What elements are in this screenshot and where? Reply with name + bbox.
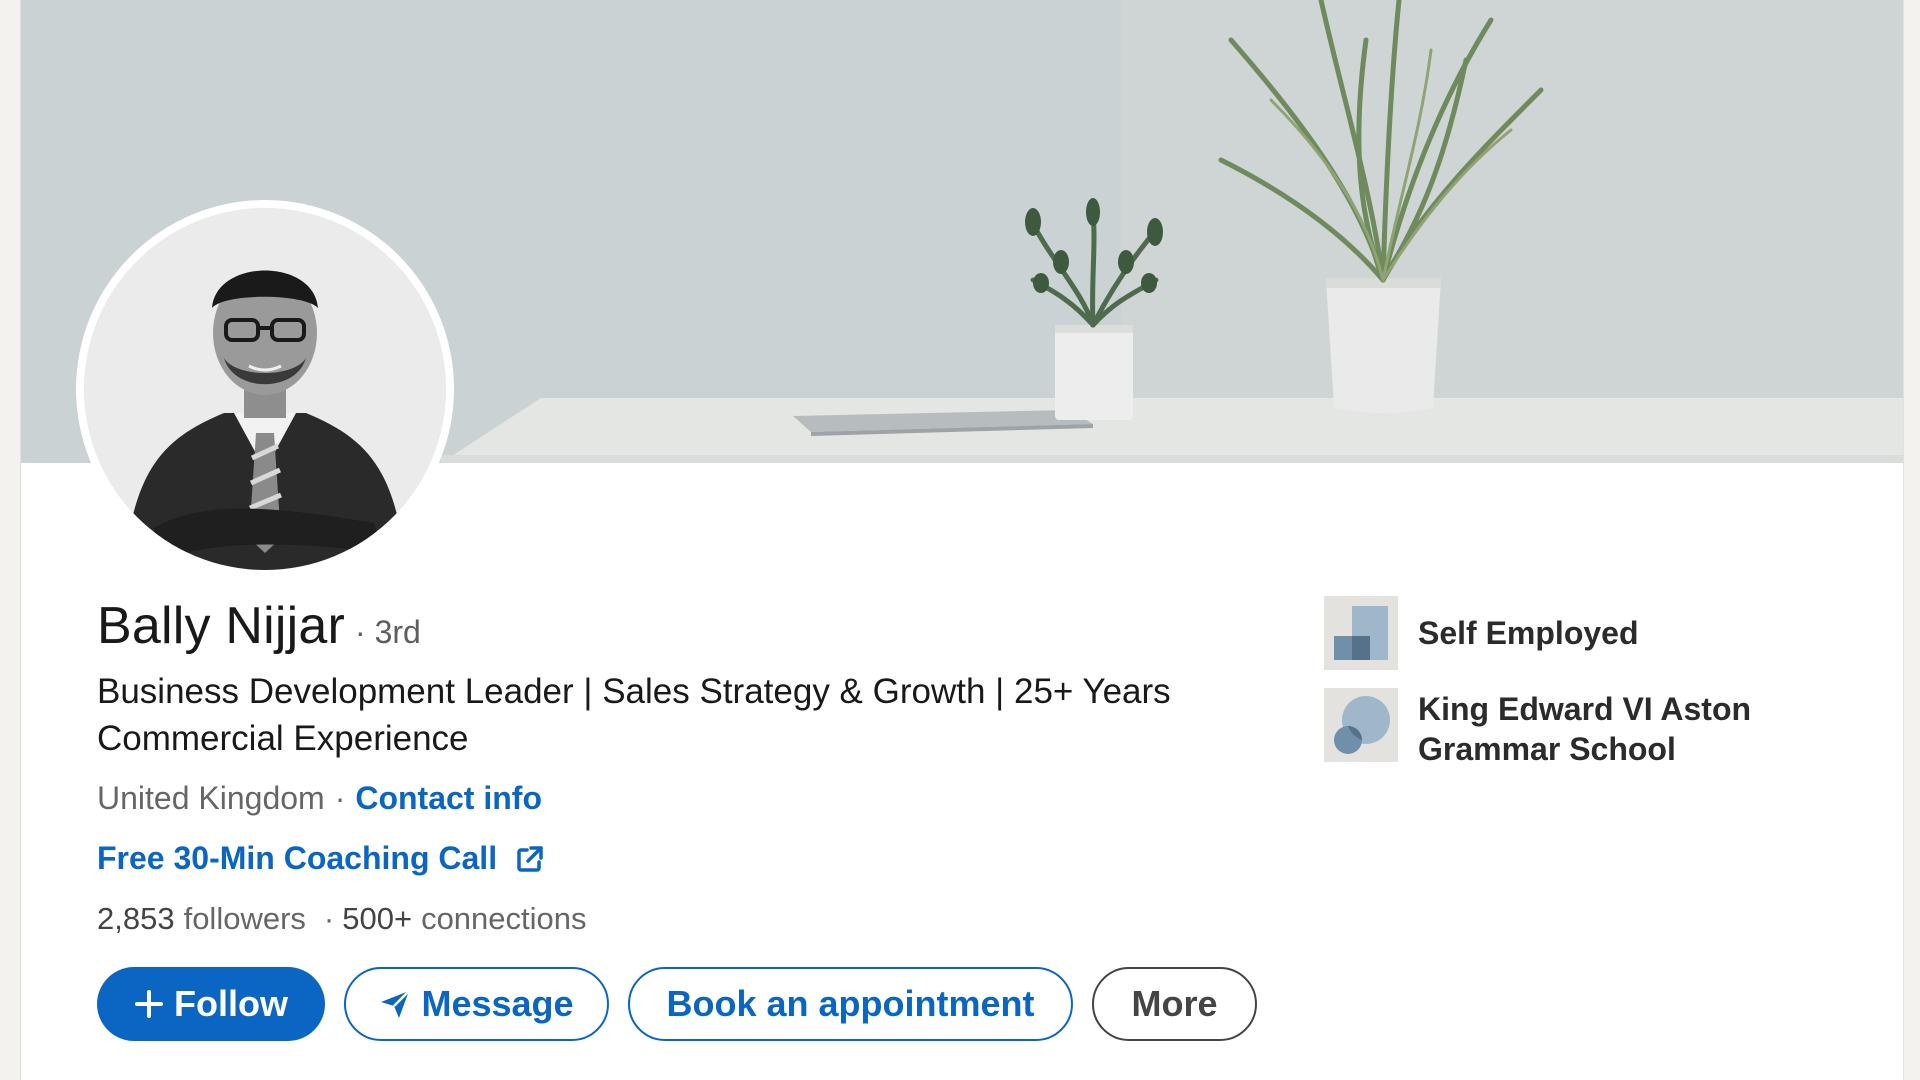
- follow-button[interactable]: Follow: [97, 967, 325, 1041]
- location-row: United Kingdom · Contact info: [97, 780, 542, 817]
- school-logo-icon: [1324, 688, 1398, 762]
- connection-degree: · 3rd: [355, 614, 421, 650]
- company-logo-icon: [1324, 596, 1398, 670]
- message-label: Message: [421, 983, 574, 1024]
- sidebar-item-school[interactable]: King Edward VI Aston Grammar School: [1324, 688, 1804, 769]
- contact-info-link[interactable]: Contact info: [355, 780, 542, 817]
- plus-icon: [135, 990, 163, 1018]
- connections-count: 500+: [342, 901, 413, 936]
- follow-label: Follow: [174, 983, 288, 1024]
- sidebar-item-company[interactable]: Self Employed: [1324, 596, 1639, 670]
- more-label: More: [1131, 983, 1218, 1024]
- stats-row: 2,853 followers · 500+ connections: [97, 901, 587, 937]
- more-button[interactable]: More: [1092, 967, 1257, 1041]
- followers-count: 2,853: [97, 901, 175, 936]
- sidebar-item-label: King Edward VI Aston Grammar School: [1418, 691, 1752, 767]
- coaching-call-link[interactable]: Free 30-Min Coaching Call: [97, 840, 545, 877]
- location-separator: ·: [334, 780, 346, 816]
- message-button[interactable]: Message: [344, 967, 609, 1041]
- location: United Kingdom: [97, 780, 325, 816]
- avatar[interactable]: [84, 208, 446, 570]
- name-row: Bally Nijjar · 3rd: [97, 596, 421, 656]
- followers-label: followers: [183, 901, 306, 936]
- book-appointment-label: Book an appointment: [666, 983, 1035, 1024]
- coaching-call-label: Free 30-Min Coaching Call: [97, 840, 498, 876]
- book-appointment-button[interactable]: Book an appointment: [628, 967, 1073, 1041]
- send-icon: [381, 990, 411, 1018]
- sidebar-item-label: Self Employed: [1418, 615, 1639, 651]
- profile-card: Bally Nijjar · 3rd Business Development …: [20, 0, 1904, 1080]
- avatar-frame[interactable]: [76, 200, 454, 578]
- external-link-icon: [517, 845, 543, 872]
- profile-headline: Business Development Leader | Sales Stra…: [97, 672, 1171, 758]
- profile-photo: [84, 208, 446, 570]
- stats-separator: ·: [323, 901, 335, 936]
- profile-name: Bally Nijjar: [97, 597, 346, 655]
- connections-label: connections: [421, 901, 587, 936]
